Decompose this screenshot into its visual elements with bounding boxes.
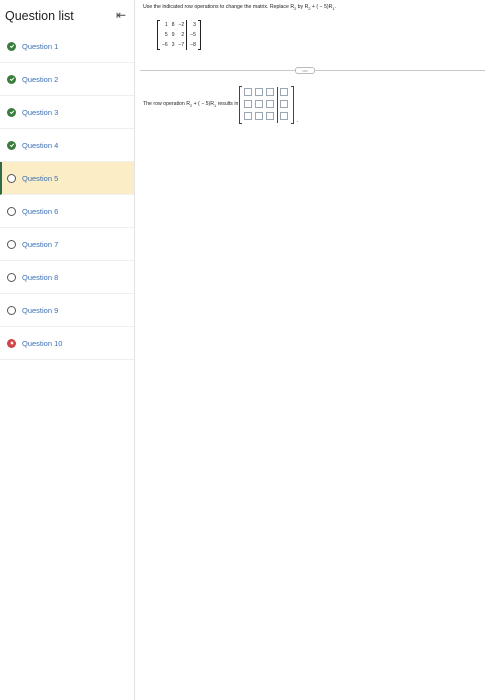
matrix-cell: −7 bbox=[178, 42, 185, 48]
question-list: Question 1 Question 2 Question 3 Question 4… bbox=[0, 30, 134, 360]
unanswered-circle-icon bbox=[7, 206, 16, 216]
augment-separator bbox=[277, 99, 279, 111]
answer-input-r3c2[interactable] bbox=[255, 112, 264, 120]
question-item-6[interactable]: Question 6 bbox=[0, 195, 134, 228]
answer-input-r2c4[interactable] bbox=[280, 100, 289, 108]
instruction-part: by R bbox=[296, 4, 309, 10]
answer-input-r3c1[interactable] bbox=[244, 112, 253, 120]
question-label: Question 8 bbox=[22, 272, 59, 282]
answer-input-r3c3[interactable] bbox=[266, 112, 275, 120]
right-bracket bbox=[291, 86, 295, 124]
resize-handle[interactable]: •••• bbox=[295, 67, 315, 74]
checkmark-icon bbox=[7, 140, 16, 150]
question-list-sidebar: Question list ⇤ Question 1 Question 2 Ques… bbox=[0, 0, 135, 700]
unanswered-circle-icon bbox=[7, 305, 16, 315]
matrix-row: 1 8 −2 3 bbox=[160, 20, 198, 30]
question-item-2[interactable]: Question 2 bbox=[0, 63, 134, 96]
question-label: Question 3 bbox=[22, 107, 59, 117]
instruction-part: + ( − 5)R bbox=[310, 4, 333, 10]
grip-icon: •••• bbox=[302, 67, 308, 73]
result-line: The row operation R2 + ( − 5)R1 results … bbox=[143, 86, 298, 124]
answer-input-r3c4[interactable] bbox=[280, 112, 289, 120]
checkmark-icon bbox=[7, 74, 16, 84]
question-label: Question 1 bbox=[22, 41, 59, 51]
answer-input-r1c3[interactable] bbox=[266, 88, 275, 96]
instruction-part: Use the indicated row operations to chan… bbox=[143, 4, 295, 10]
unanswered-circle-icon bbox=[7, 272, 16, 282]
question-item-3[interactable]: Question 3 bbox=[0, 96, 134, 129]
matrix-cell: 1 bbox=[164, 22, 168, 28]
question-label: Question 5 bbox=[22, 173, 59, 183]
answer-input-r1c1[interactable] bbox=[244, 88, 253, 96]
matrix-cell: 2 bbox=[181, 32, 185, 38]
collapse-sidebar-icon[interactable]: ⇤ bbox=[116, 8, 126, 22]
question-label: Question 6 bbox=[22, 206, 59, 216]
matrix-cell: −8 bbox=[186, 40, 198, 50]
sidebar-header: Question list ⇤ bbox=[0, 0, 134, 30]
question-item-1[interactable]: Question 1 bbox=[0, 30, 134, 63]
question-item-9[interactable]: Question 9 bbox=[0, 294, 134, 327]
augment-separator bbox=[277, 87, 279, 99]
matrix-table: 1 8 −2 3 5 9 2 −5 −6 3 −7 −8 bbox=[160, 20, 198, 50]
result-part: + ( − 5)R bbox=[192, 101, 215, 108]
question-label: Question 4 bbox=[22, 140, 59, 150]
result-text: The row operation R2 + ( − 5)R1 results … bbox=[143, 101, 238, 108]
question-item-8[interactable]: Question 8 bbox=[0, 261, 134, 294]
sidebar-title: Question list bbox=[5, 9, 74, 23]
result-part: The row operation R bbox=[143, 101, 190, 108]
instruction-part: . bbox=[334, 4, 336, 10]
matrix-cell: 3 bbox=[171, 42, 175, 48]
answer-grid bbox=[242, 86, 291, 124]
answer-input-r2c1[interactable] bbox=[244, 100, 253, 108]
checkmark-icon bbox=[7, 41, 16, 51]
unanswered-circle-icon bbox=[7, 173, 16, 183]
given-matrix: 1 8 −2 3 5 9 2 −5 −6 3 −7 −8 bbox=[157, 20, 201, 55]
question-item-5[interactable]: Question 5 bbox=[0, 162, 134, 195]
checkmark-icon bbox=[7, 107, 16, 117]
question-item-10[interactable]: Question 10 bbox=[0, 327, 134, 360]
question-panel: Use the indicated row operations to chan… bbox=[135, 0, 490, 700]
matrix-row: 5 9 2 −5 bbox=[160, 30, 198, 40]
question-label: Question 9 bbox=[22, 305, 59, 315]
matrix-cell: 8 bbox=[171, 22, 175, 28]
augment-separator bbox=[277, 111, 279, 123]
matrix-cell: 5 bbox=[164, 32, 168, 38]
matrix-cell: −6 bbox=[162, 42, 168, 48]
answer-input-r1c4[interactable] bbox=[280, 88, 289, 96]
question-label: Question 2 bbox=[22, 74, 59, 84]
matrix-cell: −2 bbox=[178, 22, 185, 28]
unanswered-circle-icon bbox=[7, 239, 16, 249]
matrix-row: −6 3 −7 −8 bbox=[160, 40, 198, 50]
matrix-cell: 3 bbox=[186, 20, 198, 30]
period: . bbox=[296, 118, 299, 124]
answer-input-r2c2[interactable] bbox=[255, 100, 264, 108]
question-label: Question 10 bbox=[22, 338, 63, 348]
matrix-cell: 9 bbox=[171, 32, 175, 38]
question-label: Question 7 bbox=[22, 239, 59, 249]
result-part: results in bbox=[216, 101, 239, 108]
right-bracket bbox=[197, 20, 201, 50]
question-item-7[interactable]: Question 7 bbox=[0, 228, 134, 261]
question-item-4[interactable]: Question 4 bbox=[0, 129, 134, 162]
instruction-text: Use the indicated row operations to chan… bbox=[143, 4, 336, 11]
error-x-icon bbox=[7, 338, 16, 348]
answer-input-r1c2[interactable] bbox=[255, 88, 264, 96]
answer-matrix bbox=[239, 86, 295, 124]
answer-input-r2c3[interactable] bbox=[266, 100, 275, 108]
matrix-cell: −5 bbox=[186, 30, 198, 40]
